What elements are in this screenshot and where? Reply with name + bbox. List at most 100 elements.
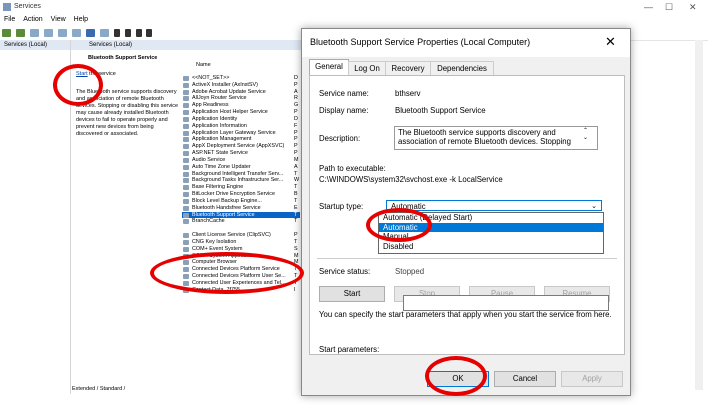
gear-icon: [183, 171, 189, 177]
tab-general[interactable]: General: [309, 59, 349, 76]
service-row[interactable]: Application Host Helper Service P: [182, 109, 300, 116]
minimize-button[interactable]: —: [644, 2, 653, 12]
menu-file[interactable]: File: [4, 16, 15, 23]
service-row[interactable]: Block Level Backup Engine... T: [182, 198, 300, 205]
properties-dialog: Bluetooth Support Service Properties (Lo…: [301, 28, 631, 396]
service-row[interactable]: AppX Deployment Service (AppXSVC) P: [182, 143, 300, 150]
cancel-button[interactable]: Cancel: [494, 371, 556, 387]
service-row[interactable]: Client License Service (ClipSVC) P: [182, 232, 300, 239]
service-row[interactable]: <<NOT_SET>> D: [182, 75, 300, 82]
service-description-col: T: [294, 211, 298, 218]
menu-action[interactable]: Action: [23, 16, 42, 23]
selected-service-row[interactable]: Bluetooth Support Service T: [182, 211, 300, 219]
tab-recovery[interactable]: Recovery: [385, 61, 431, 76]
service-description-col: P: [294, 143, 298, 150]
dialog-close-button[interactable]: ✕: [605, 34, 616, 50]
service-row[interactable]: ASP.NET State Service P: [182, 150, 300, 157]
help-icon[interactable]: [85, 29, 95, 37]
main-title-bar: Services — ☐ ✕: [0, 0, 708, 16]
startup-type-label: Startup type:: [319, 202, 364, 211]
service-row[interactable]: Bluetooth Handsfree Service E: [182, 205, 300, 212]
startup-type-select[interactable]: Automatic ⌄: [386, 200, 602, 211]
service-row[interactable]: [182, 225, 300, 232]
service-row[interactable]: App Readiness G: [182, 102, 300, 109]
general-tab-panel: Service name: bthserv Display name: Blue…: [309, 75, 625, 355]
gear-icon: [183, 130, 189, 136]
gear-icon: [183, 89, 189, 95]
start-params-label: Start parameters:: [319, 345, 380, 354]
start-params-input[interactable]: [403, 295, 609, 311]
service-row[interactable]: BitLocker Drive Encryption Service B: [182, 191, 300, 198]
forward-icon[interactable]: [15, 29, 25, 37]
service-description-col: S: [294, 245, 298, 252]
service-description-col: W: [294, 177, 300, 184]
properties-icon[interactable]: [43, 29, 53, 37]
maximize-button[interactable]: ☐: [665, 2, 673, 13]
menu-bar: File Action View Help: [0, 16, 708, 26]
back-icon[interactable]: [2, 29, 11, 37]
service-name: ASP.NET State Service: [192, 150, 248, 157]
option-disabled[interactable]: Disabled: [379, 242, 603, 250]
main-scrollbar[interactable]: [695, 40, 703, 390]
service-row[interactable]: Background Intelligent Transfer Serv... T: [182, 171, 300, 178]
nav-item-services-local[interactable]: Services (Local): [0, 40, 70, 50]
tab-dependencies[interactable]: Dependencies: [430, 61, 494, 76]
gear-icon: [183, 144, 189, 150]
service-row[interactable]: Application Identity D: [182, 116, 300, 123]
service-description-col: F: [294, 122, 298, 129]
service-description-col: P: [294, 136, 298, 143]
console-icon[interactable]: [99, 29, 109, 37]
service-row[interactable]: Auto Time Zone Updater A: [182, 164, 300, 171]
service-name: ActiveX Installer (AxInstSV): [192, 81, 258, 88]
service-row[interactable]: Audio Service M: [182, 157, 300, 164]
stop-service-icon[interactable]: [124, 29, 131, 37]
gear-icon: [183, 178, 189, 184]
service-name: Application Information: [192, 122, 247, 129]
service-row[interactable]: Application Information F: [182, 123, 300, 130]
service-row[interactable]: Adobe Acrobat Update Service A: [182, 89, 300, 96]
service-row[interactable]: ActiveX Installer (AxInstSV) P: [182, 82, 300, 89]
service-name: Auto Time Zone Updater: [192, 163, 251, 170]
annotation-circle-startup-type: [366, 208, 432, 242]
service-row[interactable]: BranchCache T: [182, 218, 300, 225]
path-label: Path to executable:: [319, 164, 386, 173]
description-box[interactable]: The Bluetooth service supports discovery…: [394, 126, 598, 150]
selected-service-title: Bluetooth Support Service: [88, 55, 158, 61]
service-description-col: T: [294, 184, 298, 191]
start-service-icon[interactable]: [113, 29, 120, 37]
service-name: CNG Key Isolation: [192, 238, 237, 245]
gear-icon: [183, 185, 189, 191]
service-description-col: T: [294, 238, 298, 245]
display-name-value: Bluetooth Support Service: [395, 106, 486, 115]
service-name: BitLocker Drive Encryption Service: [192, 191, 275, 198]
service-name: Application Host Helper Service: [192, 109, 268, 116]
menu-view[interactable]: View: [51, 16, 66, 23]
export-icon[interactable]: [71, 29, 81, 37]
dialog-title: Bluetooth Support Service Properties (Lo…: [310, 37, 531, 47]
service-row[interactable]: Application Management P: [182, 136, 300, 143]
service-row[interactable]: Base Filtering Engine T: [182, 184, 300, 191]
show-hide-tree-icon[interactable]: [29, 29, 39, 37]
service-row[interactable]: Application Layer Gateway Service P: [182, 130, 300, 137]
scroll-down-icon[interactable]: ⌄: [583, 135, 588, 142]
view-tabs[interactable]: Extended / Standard /: [72, 386, 302, 396]
service-description-col: M: [294, 252, 299, 259]
restart-service-icon[interactable]: [146, 29, 153, 37]
apply-button[interactable]: Apply: [561, 371, 623, 387]
pause-service-icon[interactable]: [135, 29, 142, 37]
service-row[interactable]: AllJoyn Router Service R: [182, 95, 300, 102]
refresh-icon[interactable]: [57, 29, 67, 37]
service-row[interactable]: CNG Key Isolation T: [182, 239, 300, 246]
service-row[interactable]: Background Tasks Infrastructure Ser... W: [182, 177, 300, 184]
service-name: App Readiness: [192, 102, 229, 109]
tab-log-on[interactable]: Log On: [348, 61, 386, 76]
close-button[interactable]: ✕: [689, 2, 697, 13]
service-name: COM+ Event System: [192, 245, 243, 252]
description-scroll[interactable]: ⌃ ⌄: [583, 128, 588, 142]
service-name: Client License Service (ClipSVC): [192, 232, 271, 239]
start-button[interactable]: Start: [319, 286, 385, 302]
menu-help[interactable]: Help: [74, 16, 88, 23]
column-header-name[interactable]: Name: [196, 62, 211, 68]
scroll-up-icon[interactable]: ⌃: [583, 128, 588, 135]
service-name-label: Service name:: [319, 89, 369, 98]
